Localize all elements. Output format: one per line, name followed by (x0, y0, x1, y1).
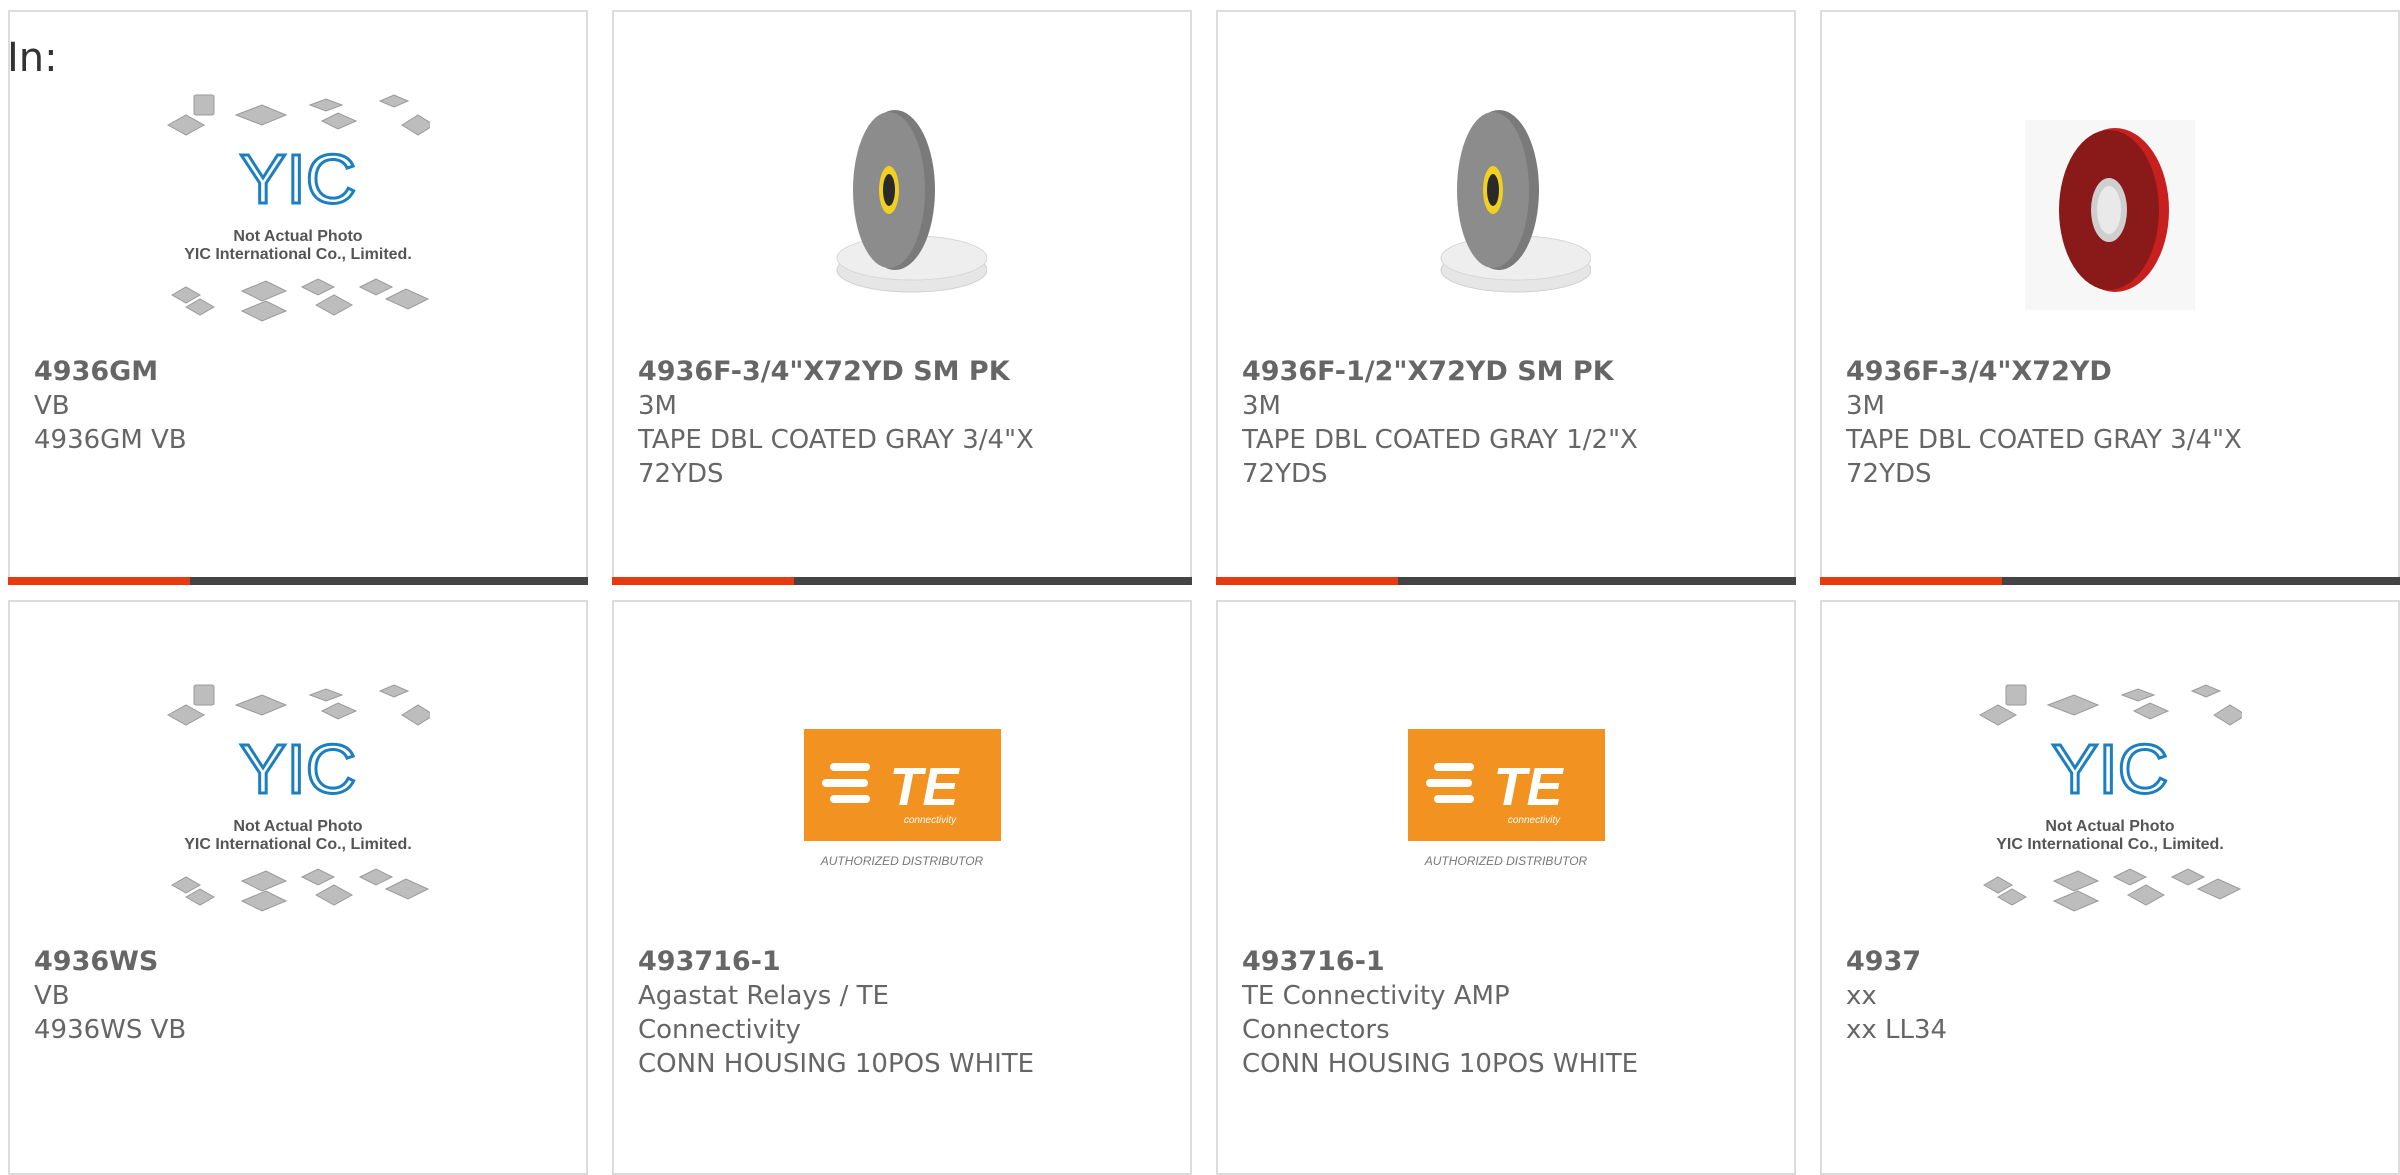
svg-text:connectivity: connectivity (903, 815, 956, 826)
product-image[interactable] (1218, 60, 1794, 360)
yic-placeholder-image: YIC Not Actual Photo YIC International C… (1978, 684, 2242, 912)
yic-logo: YIC (240, 140, 357, 218)
product-card[interactable]: YIC Not Actual Photo YIC International C… (8, 10, 588, 585)
manufacturer: VB (34, 981, 70, 1011)
manufacturer: 3M (1242, 391, 1281, 421)
te-wordmark: TE (1493, 757, 1564, 817)
part-number-link[interactable]: 4936F-1/2"X72YD SM PK (1242, 355, 1654, 389)
description: 4936WS VB (34, 1015, 187, 1045)
product-card[interactable]: 4936F-3/4"X72YD 3M TAPE DBL COATED GRAY … (1820, 10, 2400, 585)
svg-text:AUTHORIZED DISTRIBUTOR: AUTHORIZED DISTRIBUTOR (1423, 854, 1587, 868)
te-logo-image: TE connectivity AUTHORIZED DISTRIBUTOR (803, 729, 1001, 868)
svg-text:YIC International Co., Limited: YIC International Co., Limited. (184, 246, 412, 263)
description: CONN HOUSING 10POS WHITE (1242, 1049, 1639, 1079)
red-tape-roll-image (2025, 120, 2195, 310)
part-number-link[interactable]: 4936F-3/4"X72YD (1846, 355, 2258, 389)
description: 4936GM VB (34, 425, 187, 455)
part-number-link[interactable]: 4937 (1846, 945, 2258, 979)
card-bottom-bar (1820, 577, 2400, 585)
product-card[interactable]: 4936F-3/4"X72YD SM PK 3M TAPE DBL COATED… (612, 10, 1192, 585)
yic-placeholder-image: YIC Not Actual Photo YIC International C… (166, 94, 430, 322)
gray-tape-roll-image (1440, 110, 1591, 293)
product-card[interactable]: YIC Not Actual Photo YIC International C… (8, 600, 588, 1175)
product-card[interactable]: TE connectivity AUTHORIZED DISTRIBUTOR 4… (612, 600, 1192, 1175)
svg-text:Not Actual Photo: Not Actual Photo (233, 818, 362, 835)
product-info: 493716-1 Agastat Relays / TE Connectivit… (638, 945, 1050, 1081)
part-number-link[interactable]: 4936GM (34, 355, 446, 389)
product-image[interactable]: TE connectivity AUTHORIZED DISTRIBUTOR (1218, 650, 1794, 950)
description: TAPE DBL COATED GRAY 3/4"X 72YDS (638, 425, 1034, 489)
svg-text:connectivity: connectivity (1507, 815, 1560, 826)
product-card[interactable]: 4936F-1/2"X72YD SM PK 3M TAPE DBL COATED… (1216, 10, 1796, 585)
in-label: In: (7, 35, 58, 81)
product-image[interactable] (1822, 60, 2398, 360)
svg-text:YIC International Co., Limited: YIC International Co., Limited. (1996, 836, 2224, 853)
description: TAPE DBL COATED GRAY 1/2"X 72YDS (1242, 425, 1638, 489)
gray-tape-roll-image (836, 110, 987, 293)
product-info: 4936F-3/4"X72YD 3M TAPE DBL COATED GRAY … (1846, 355, 2258, 491)
part-number-link[interactable]: 4936F-3/4"X72YD SM PK (638, 355, 1050, 389)
manufacturer: VB (34, 391, 70, 421)
part-number-link[interactable]: 493716-1 (1242, 945, 1654, 979)
svg-text:Not Actual Photo: Not Actual Photo (2045, 818, 2174, 835)
product-image[interactable]: YIC Not Actual Photo YIC International C… (10, 650, 586, 950)
yic-logo: YIC (2052, 730, 2169, 808)
svg-text:Not Actual Photo: Not Actual Photo (233, 228, 362, 245)
description: xx LL34 (1846, 1015, 1948, 1045)
manufacturer: 3M (638, 391, 677, 421)
description: CONN HOUSING 10POS WHITE (638, 1049, 1035, 1079)
te-wordmark: TE (889, 757, 960, 817)
product-info: 4936F-3/4"X72YD SM PK 3M TAPE DBL COATED… (638, 355, 1050, 491)
product-info: 4936F-1/2"X72YD SM PK 3M TAPE DBL COATED… (1242, 355, 1654, 491)
card-bottom-bar (612, 577, 1192, 585)
card-bottom-bar (8, 577, 588, 585)
manufacturer: 3M (1846, 391, 1885, 421)
manufacturer: TE Connectivity AMP Connectors (1242, 981, 1510, 1045)
yic-placeholder-image: YIC Not Actual Photo YIC International C… (166, 684, 430, 912)
product-image[interactable] (614, 60, 1190, 360)
manufacturer: xx (1846, 981, 1877, 1011)
product-image[interactable]: YIC Not Actual Photo YIC International C… (1822, 650, 2398, 950)
product-info: 4936WS VB 4936WS VB (34, 945, 446, 1047)
product-info: 4937 xx xx LL34 (1846, 945, 2258, 1047)
product-card[interactable]: TE connectivity AUTHORIZED DISTRIBUTOR 4… (1216, 600, 1796, 1175)
svg-text:YIC International Co., Limited: YIC International Co., Limited. (184, 836, 412, 853)
manufacturer: Agastat Relays / TE Connectivity (638, 981, 889, 1045)
product-info: 4936GM VB 4936GM VB (34, 355, 446, 457)
product-image[interactable]: TE connectivity AUTHORIZED DISTRIBUTOR (614, 650, 1190, 950)
product-card[interactable]: YIC Not Actual Photo YIC International C… (1820, 600, 2400, 1175)
product-info: 493716-1 TE Connectivity AMP Connectors … (1242, 945, 1654, 1081)
product-image[interactable]: YIC Not Actual Photo YIC International C… (10, 60, 586, 360)
description: TAPE DBL COATED GRAY 3/4"X 72YDS (1846, 425, 2242, 489)
part-number-link[interactable]: 4936WS (34, 945, 446, 979)
part-number-link[interactable]: 493716-1 (638, 945, 1050, 979)
card-bottom-bar (1216, 577, 1796, 585)
svg-text:AUTHORIZED DISTRIBUTOR: AUTHORIZED DISTRIBUTOR (819, 854, 983, 868)
te-logo-image: TE connectivity AUTHORIZED DISTRIBUTOR (1407, 729, 1605, 868)
yic-logo: YIC (240, 730, 357, 808)
